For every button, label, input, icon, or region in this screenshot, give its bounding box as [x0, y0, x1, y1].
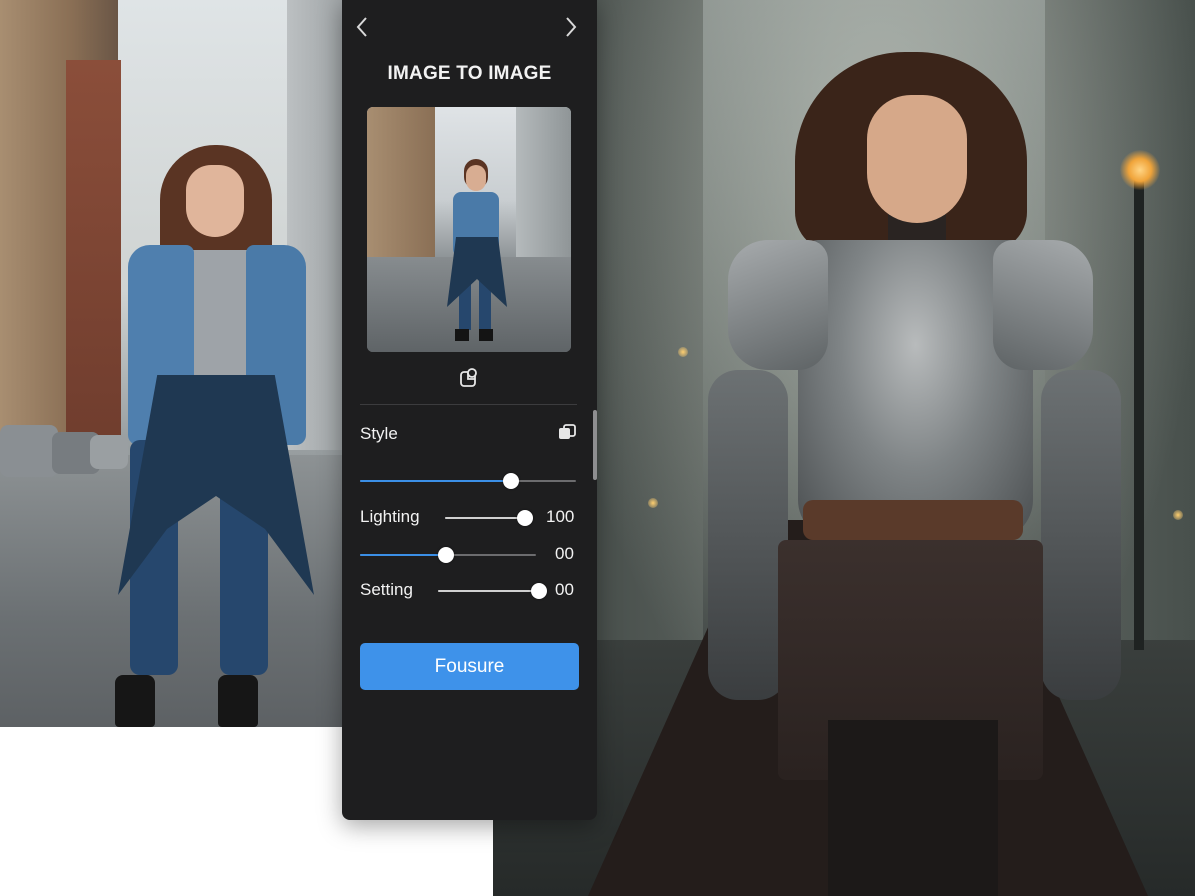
slider-thumb[interactable] — [438, 547, 455, 563]
knight-belt — [803, 500, 1023, 540]
person-face — [186, 165, 244, 237]
knight-legs — [828, 720, 998, 896]
parked-car — [90, 435, 128, 469]
style-label: Style — [360, 424, 398, 443]
secondary-slider[interactable] — [360, 546, 536, 564]
result-image — [493, 0, 1195, 896]
style-slider[interactable] — [360, 472, 576, 490]
street-lamp-glow — [1120, 150, 1160, 190]
knight-arm — [1041, 370, 1121, 700]
chevron-right-icon[interactable] — [555, 12, 585, 42]
secondary-value: 00 — [555, 544, 574, 563]
swap-image-icon[interactable] — [457, 366, 481, 390]
knight-pauldron — [993, 240, 1093, 370]
divider — [360, 404, 577, 405]
style-toggle-icon[interactable] — [557, 423, 577, 443]
lighting-slider[interactable] — [445, 509, 533, 527]
person-boot — [115, 675, 155, 727]
person-boot — [479, 329, 493, 341]
building-right — [516, 107, 571, 257]
person-head — [466, 165, 486, 191]
ember — [648, 498, 658, 508]
ember — [1173, 510, 1183, 520]
fousure-button[interactable]: Fousure — [360, 643, 579, 690]
parked-car — [0, 425, 58, 477]
slider-thumb[interactable] — [531, 583, 547, 599]
slider-thumb[interactable] — [517, 510, 533, 526]
knight-arm — [708, 370, 788, 700]
slider-thumb[interactable] — [503, 473, 520, 489]
person-boot — [218, 675, 258, 727]
lamp-post — [1134, 170, 1144, 650]
lighting-label: Lighting — [360, 507, 420, 526]
scrollbar-thumb[interactable] — [593, 410, 597, 480]
knight-pauldron — [728, 240, 828, 370]
building-brick — [66, 60, 121, 470]
source-photo — [0, 0, 345, 727]
building-left — [367, 107, 435, 267]
panel-title: IMAGE TO IMAGE — [387, 63, 552, 84]
input-image-preview[interactable] — [367, 107, 571, 352]
setting-value: 00 — [555, 580, 574, 599]
knight-face — [867, 95, 967, 223]
setting-label: Setting — [360, 580, 413, 599]
person-boot — [455, 329, 469, 341]
ember — [678, 347, 688, 357]
setting-slider[interactable] — [438, 582, 547, 600]
lighting-value: 100 — [546, 507, 575, 526]
chevron-left-icon[interactable] — [348, 12, 378, 42]
image-to-image-panel: IMAGE TO IMAGE Style Lighting 100 00 Set… — [342, 0, 597, 820]
